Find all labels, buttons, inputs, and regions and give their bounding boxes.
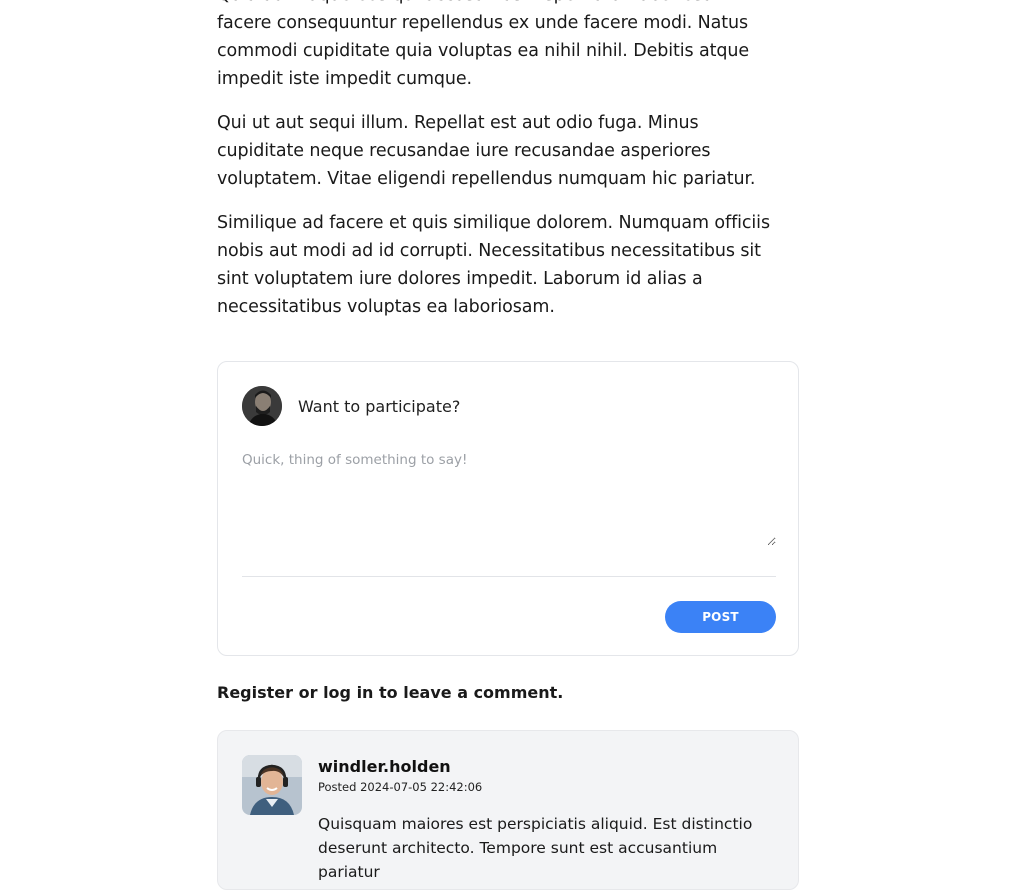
commenter-avatar-icon[interactable] [242, 755, 302, 815]
login-link[interactable]: log in [323, 683, 373, 702]
article-paragraph: Qui ut aut sequi illum. Repellat est aut… [217, 113, 756, 189]
comment-item: windler.holden Posted 2024-07-05 22:42:0… [217, 730, 799, 890]
user-avatar-icon [242, 386, 282, 426]
article-body: Quia aut itaque eos qui accusamus. Asper… [217, 0, 787, 337]
post-button[interactable]: POST [665, 601, 776, 633]
article-paragraph: Similique ad facere et quis similique do… [217, 213, 770, 317]
compose-title: Want to participate? [298, 396, 461, 416]
auth-prompt: Register or log in to leave a comment. [217, 683, 563, 702]
auth-prompt-suffix: to leave a comment. [373, 683, 564, 702]
comment-compose-card: Want to participate? POST [217, 361, 799, 656]
divider [242, 576, 776, 577]
comment-text: Quisquam maiores est perspiciatis aliqui… [318, 815, 753, 881]
comment-input[interactable] [242, 446, 776, 546]
article-paragraph: Quia aut itaque eos qui accusamus. Asper… [217, 0, 750, 89]
comment-author[interactable]: windler.holden [318, 757, 451, 776]
compose-header: Want to participate? [242, 386, 460, 426]
comment-timestamp: Posted 2024-07-05 22:42:06 [318, 780, 483, 794]
auth-prompt-or: or [293, 683, 324, 702]
register-link[interactable]: Register [217, 683, 293, 702]
